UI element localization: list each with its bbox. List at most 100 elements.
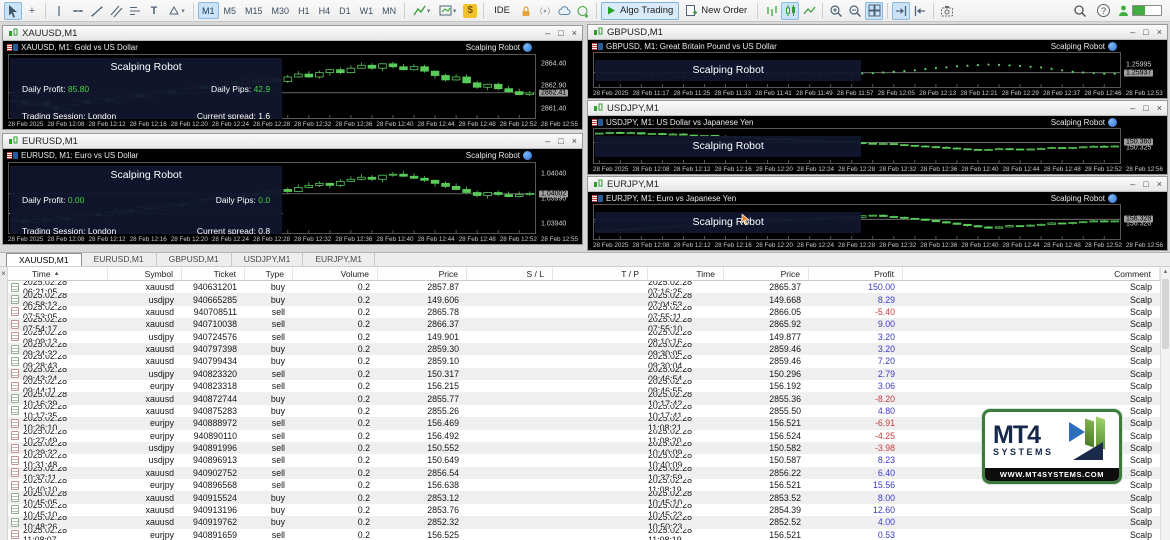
column-header-ctime[interactable]: Time [648,267,724,280]
help-icon[interactable]: ? [1097,4,1110,17]
template-icon[interactable]: ▾ [435,2,460,20]
column-header-vol[interactable]: Volume [293,267,378,280]
timeframe-m1[interactable]: M1 [198,2,219,19]
algo-trading-button[interactable]: Algo Trading [601,2,679,20]
column-header-comment[interactable]: Comment [903,267,1160,280]
candlestick-chart-type-icon[interactable] [781,2,799,20]
timeframe-h4[interactable]: H4 [315,2,335,19]
history-row[interactable]: 2025.02.28 07:53:05xauusd940708511sell0.… [8,306,1160,318]
close-button[interactable]: × [572,137,577,146]
window-titlebar[interactable]: GBPUSD,M1 – □ × [588,25,1167,40]
channel-tool-icon[interactable] [107,2,125,20]
maximize-button[interactable]: □ [1143,28,1148,37]
tab-eurusd-m1[interactable]: EURUSD,M1 [82,253,157,266]
line-chart-type-icon[interactable] [800,2,818,20]
history-row[interactable]: 2025.02.28 06:58:13usdjpy940665285buy0.2… [8,293,1160,305]
column-header-ticket[interactable]: Ticket [182,267,245,280]
history-row[interactable]: 2025.02.28 09:44:11eurjpy940823318sell0.… [8,380,1160,392]
cell-price: 150.317 [378,368,467,380]
history-row[interactable]: 2025.02.28 10:45:05xauusd940915524buy0.2… [8,491,1160,503]
scrollbar-thumb[interactable] [1162,279,1169,349]
table-scrollbar[interactable]: ▲ [1160,267,1170,540]
history-row[interactable]: 2025.02.28 10:45:10xauusd940913196buy0.2… [8,504,1160,516]
close-button[interactable]: × [1157,180,1162,189]
text-tool-icon[interactable]: T [145,2,163,20]
crosshair-tool-icon[interactable]: + [23,2,41,20]
auto-scroll-icon[interactable] [892,2,910,20]
column-header-profit[interactable]: Profit [809,267,903,280]
tab-usdjpy-m1[interactable]: USDJPY,M1 [232,253,304,266]
vertical-line-tool-icon[interactable] [50,2,68,20]
community-icon[interactable] [574,2,592,20]
timeframe-mn[interactable]: MN [378,2,400,19]
cell-ctime: 2025.02.28 07:55:10 [648,318,724,330]
new-order-button[interactable]: New Order [680,2,753,20]
tab-eurjpy-m1[interactable]: EURJPY,M1 [303,253,375,266]
window-titlebar[interactable]: USDJPY,M1 – □ × [588,101,1167,116]
column-header-tp[interactable]: T / P [553,267,648,280]
lock-icon[interactable] [517,2,535,20]
scroll-up-icon[interactable]: ▲ [1161,267,1170,277]
history-row[interactable]: 2025.02.28 10:16:39xauusd940872744buy0.2… [8,392,1160,404]
close-button[interactable]: × [572,29,577,38]
zoom-out-icon[interactable] [846,2,864,20]
column-header-time[interactable]: Time▲ [8,267,108,280]
signal-icon[interactable] [536,2,554,20]
tab-gbpusd-m1[interactable]: GBPUSD,M1 [157,253,232,266]
history-row[interactable]: 2025.02.28 09:28:43xauusd940799434buy0.2… [8,355,1160,367]
history-row[interactable]: 2025.02.28 09:24:32xauusd940797398buy0.2… [8,343,1160,355]
column-header-price[interactable]: Price [378,267,467,280]
maximize-button[interactable]: □ [1143,104,1148,113]
horizontal-line-tool-icon[interactable] [69,2,87,20]
history-row[interactable]: 2025.02.28 10:48:26xauusd940919762buy0.2… [8,516,1160,528]
history-row[interactable]: 2025.02.28 06:21:05xauusd940631201buy0.2… [8,281,1160,293]
market-icon[interactable]: $ [461,2,479,20]
timeframe-h1[interactable]: H1 [294,2,314,19]
column-header-symbol[interactable]: Symbol [108,267,182,280]
trendline-tool-icon[interactable] [88,2,106,20]
fibonacci-tool-icon[interactable] [126,2,144,20]
column-header-cprice[interactable]: Price [724,267,809,280]
indicators-icon[interactable]: ▾ [409,2,434,20]
history-row[interactable]: 2025.02.28 09:43:24usdjpy940823320sell0.… [8,368,1160,380]
time-tick-label: 28 Feb 12:16 [715,242,752,249]
window-titlebar[interactable]: EURUSD,M1 – □ × [3,134,582,149]
history-row[interactable]: 2025.02.28 07:54:17xauusd940710038sell0.… [8,318,1160,330]
bar-chart-type-icon[interactable] [762,2,780,20]
screenshot-icon[interactable] [938,2,956,20]
panel-close-button[interactable]: × [1,269,6,278]
history-row[interactable]: 2025.02.28 08:09:13usdjpy940724576sell0.… [8,331,1160,343]
chart-shift-icon[interactable] [911,2,929,20]
minimize-button[interactable]: – [1130,180,1135,189]
maximize-button[interactable]: □ [558,137,563,146]
cloud-icon[interactable] [555,2,573,20]
maximize-button[interactable]: □ [1143,180,1148,189]
minimize-button[interactable]: – [1130,28,1135,37]
close-button[interactable]: × [1157,28,1162,37]
robot-panel-title: Scalping Robot [10,61,282,73]
minimize-button[interactable]: – [1130,104,1135,113]
timeframe-m5[interactable]: M5 [220,2,241,19]
column-header-sl[interactable]: S / L [467,267,553,280]
tab-xauusd-m1[interactable]: XAUUSD,M1 [6,253,82,266]
cell-sl [467,306,553,318]
timeframe-d1[interactable]: D1 [335,2,355,19]
search-icon[interactable] [1071,2,1089,20]
zoom-in-icon[interactable] [827,2,845,20]
column-header-type[interactable]: Type [245,267,293,280]
minimize-button[interactable]: – [545,29,550,38]
history-row[interactable]: 2025.02.28 11:08:07eurjpy940891659sell0.… [8,529,1160,540]
cursor-tool-icon[interactable] [4,2,22,20]
timeframe-m15[interactable]: M15 [241,2,267,19]
maximize-button[interactable]: □ [558,29,563,38]
window-titlebar[interactable]: EURJPY,M1 – □ × [588,177,1167,192]
timeframe-w1[interactable]: W1 [356,2,378,19]
timeframe-m30[interactable]: M30 [268,2,294,19]
shapes-tool-icon[interactable]: ▾ [164,2,189,20]
ide-button[interactable]: IDE [488,2,516,20]
tile-windows-icon[interactable] [865,2,883,20]
close-button[interactable]: × [1157,104,1162,113]
minimize-button[interactable]: – [545,137,550,146]
window-titlebar[interactable]: XAUUSD,M1 – □ × [3,26,582,41]
currency-flags-icon [592,43,603,50]
